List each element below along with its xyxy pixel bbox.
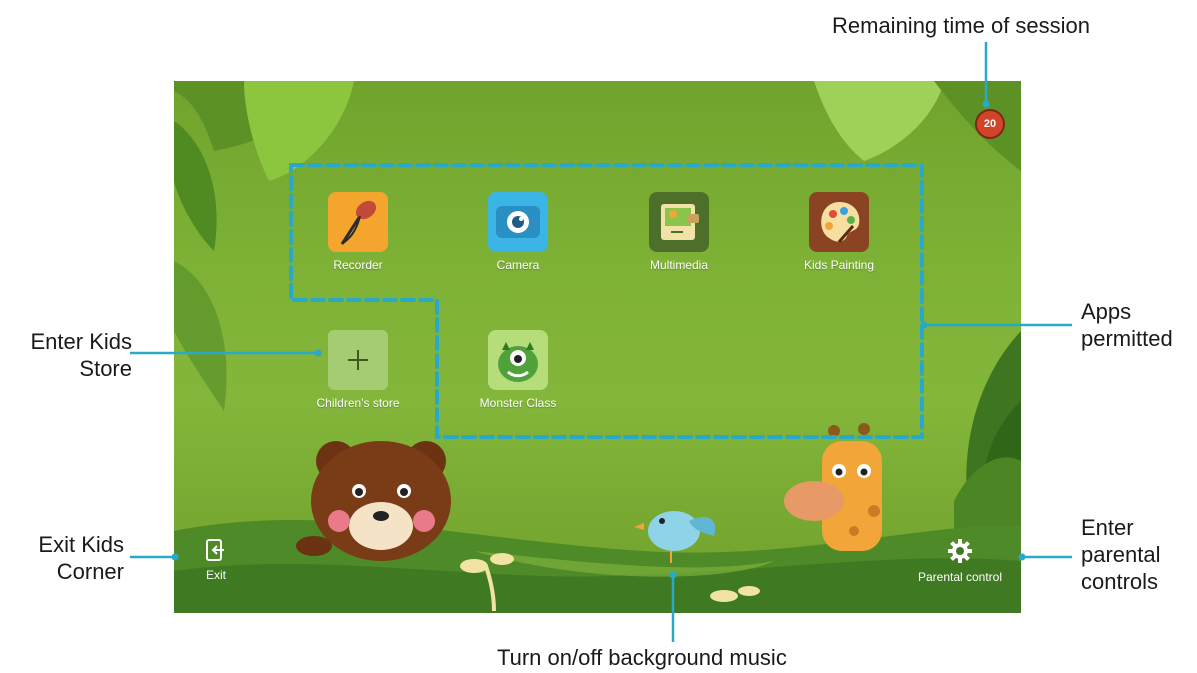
timer-value: 20 (983, 118, 997, 130)
palette-icon (809, 192, 869, 252)
callout-kids-store: Enter Kids Store (30, 329, 133, 381)
plus-icon (328, 330, 388, 390)
app-multimedia[interactable]: Multimedia (614, 192, 744, 272)
giraffe-illustration (784, 423, 882, 551)
bear-illustration (296, 441, 451, 561)
microphone-icon (328, 192, 388, 252)
exit-icon (204, 538, 228, 562)
exit-label: Exit (205, 568, 226, 582)
camera-icon (488, 192, 548, 252)
callout-apps-permitted: Apps permitted (1081, 299, 1173, 351)
exit-button[interactable]: Exit (200, 538, 232, 582)
photo-album-icon (649, 192, 709, 252)
app-camera[interactable]: Camera (453, 192, 583, 272)
session-timer[interactable]: 20 (977, 111, 1003, 137)
parental-control-label: Parental control (917, 570, 1003, 584)
gear-icon (947, 538, 973, 564)
green-monster-icon (488, 330, 548, 390)
callout-exit: Exit Kids Corner (38, 532, 124, 584)
app-recorder[interactable]: Recorder (293, 192, 423, 272)
parental-control-button[interactable]: Parental control (904, 538, 1016, 584)
app-label: Recorder (333, 258, 383, 272)
app-childrens-store[interactable]: Children's store (293, 330, 423, 410)
kids-corner-screen: 20 Recorder Camera Multimedia Kids Paint… (174, 81, 1021, 613)
callout-parental-controls: Enter parental controls (1081, 515, 1161, 594)
app-monster-class[interactable]: Monster Class (453, 330, 583, 410)
app-label: Multimedia (649, 258, 709, 272)
callout-remaining-time: Remaining time of session (832, 13, 1091, 38)
callout-background-music: Turn on/off background music (497, 645, 787, 670)
app-label: Camera (496, 258, 540, 272)
app-kids-painting[interactable]: Kids Painting (774, 192, 904, 272)
app-label: Children's store (316, 396, 400, 410)
app-label: Monster Class (479, 396, 557, 410)
app-label: Kids Painting (803, 258, 875, 272)
